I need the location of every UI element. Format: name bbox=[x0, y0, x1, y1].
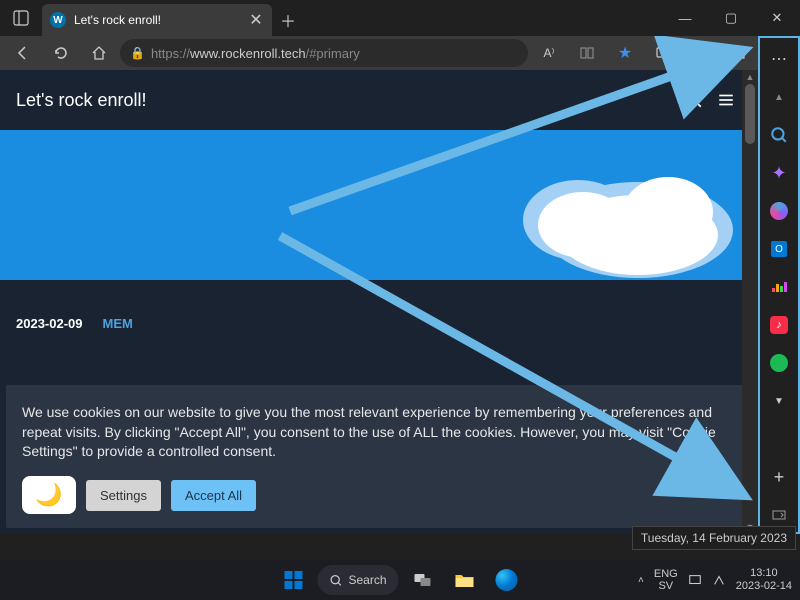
reader-button[interactable] bbox=[570, 38, 604, 68]
close-tab-button[interactable]: ✕ bbox=[248, 12, 264, 28]
sidebar-collapse-button[interactable]: ▲ bbox=[762, 80, 796, 114]
site-search-button[interactable] bbox=[678, 91, 710, 109]
sidebar-outlook-icon[interactable]: O bbox=[762, 232, 796, 266]
sidebar-more-button[interactable]: ⋯ bbox=[762, 42, 796, 76]
post-meta: 2023-02-09 MEM bbox=[0, 280, 758, 341]
minimize-button[interactable]: — bbox=[662, 0, 708, 36]
post-category[interactable]: MEM bbox=[103, 316, 133, 331]
browser-tab[interactable]: W Let's rock enroll! ✕ bbox=[42, 4, 272, 36]
refresh-button[interactable] bbox=[44, 38, 78, 68]
scroll-up-arrow[interactable]: ▲ bbox=[742, 70, 758, 84]
post-date: 2023-02-09 bbox=[16, 316, 83, 331]
wordpress-favicon: W bbox=[50, 12, 66, 28]
network-tray-icon[interactable] bbox=[712, 573, 726, 587]
taskbar-clock[interactable]: 13:102023-02-14 bbox=[736, 567, 792, 593]
sidebar-search-icon[interactable] bbox=[762, 118, 796, 152]
start-button[interactable] bbox=[275, 564, 311, 596]
site-title: Let's rock enroll! bbox=[16, 90, 678, 111]
collections-button[interactable] bbox=[722, 38, 756, 68]
date-tooltip: Tuesday, 14 February 2023 bbox=[632, 526, 796, 550]
cookie-text: We use cookies on our website to give yo… bbox=[22, 403, 736, 462]
close-window-button[interactable]: ✕ bbox=[754, 0, 800, 36]
taskbar-search[interactable]: Search bbox=[317, 565, 398, 595]
hero-banner bbox=[0, 130, 758, 280]
back-button[interactable] bbox=[6, 38, 40, 68]
sidebar-office-icon[interactable] bbox=[762, 194, 796, 228]
new-tab-button[interactable]: ＋ bbox=[272, 4, 304, 36]
tab-actions-button[interactable] bbox=[0, 0, 42, 36]
page-viewport: Let's rock enroll! 2023-02-09 MEM We use… bbox=[0, 70, 758, 534]
cookie-banner: We use cookies on our website to give yo… bbox=[6, 385, 752, 528]
site-menu-button[interactable] bbox=[710, 91, 742, 109]
url-text: https://www.rockenroll.tech/#primary bbox=[151, 46, 360, 61]
file-explorer-button[interactable] bbox=[447, 564, 483, 596]
theme-toggle-button[interactable]: 🌙 bbox=[22, 476, 76, 514]
tray-overflow-button[interactable]: ˄ bbox=[638, 575, 644, 586]
lock-icon: 🔒 bbox=[130, 46, 145, 60]
language-indicator[interactable]: ENGSV bbox=[654, 568, 678, 592]
sidebar-deezer-icon[interactable] bbox=[762, 270, 796, 304]
sidebar-spotify-icon[interactable] bbox=[762, 346, 796, 380]
sidebar-apple-music-icon[interactable]: ♪ bbox=[762, 308, 796, 342]
scrollbar-thumb[interactable] bbox=[745, 84, 755, 144]
task-view-button[interactable] bbox=[405, 564, 441, 596]
read-aloud-button[interactable]: A⁾ bbox=[532, 38, 566, 68]
cookie-accept-button[interactable]: Accept All bbox=[171, 480, 256, 511]
window-controls: — ▢ ✕ bbox=[662, 0, 800, 36]
browser-toolbar: 🔒 https://www.rockenroll.tech/#primary A… bbox=[0, 36, 800, 70]
cloud-illustration bbox=[458, 150, 738, 280]
sidebar-expand-button[interactable]: ▼ bbox=[762, 384, 796, 418]
favorites-button[interactable] bbox=[684, 38, 718, 68]
sidebar-discover-icon[interactable]: ✦ bbox=[762, 156, 796, 190]
vertical-scrollbar[interactable]: ▲ ▼ bbox=[742, 70, 758, 534]
edge-sidebar: ⋯ ▲ ✦ O ♪ ▼ + bbox=[758, 36, 800, 534]
home-button[interactable] bbox=[82, 38, 116, 68]
windows-taskbar: Search ˄ ENGSV 13:102023-02-14 bbox=[0, 560, 800, 600]
system-tray: ˄ ENGSV 13:102023-02-14 bbox=[638, 567, 792, 593]
window-titlebar: W Let's rock enroll! ✕ ＋ — ▢ ✕ bbox=[0, 0, 800, 36]
address-bar[interactable]: 🔒 https://www.rockenroll.tech/#primary bbox=[120, 39, 528, 67]
cookie-settings-button[interactable]: Settings bbox=[86, 480, 161, 511]
maximize-button[interactable]: ▢ bbox=[708, 0, 754, 36]
cast-button[interactable] bbox=[646, 38, 680, 68]
cast-tray-icon[interactable] bbox=[688, 573, 702, 587]
tab-title: Let's rock enroll! bbox=[74, 13, 240, 27]
favorite-button[interactable]: ★ bbox=[608, 38, 642, 68]
sidebar-add-button[interactable]: + bbox=[762, 460, 796, 494]
edge-taskbar-button[interactable] bbox=[489, 564, 525, 596]
site-header: Let's rock enroll! bbox=[0, 70, 758, 130]
taskbar-search-label: Search bbox=[348, 573, 386, 587]
